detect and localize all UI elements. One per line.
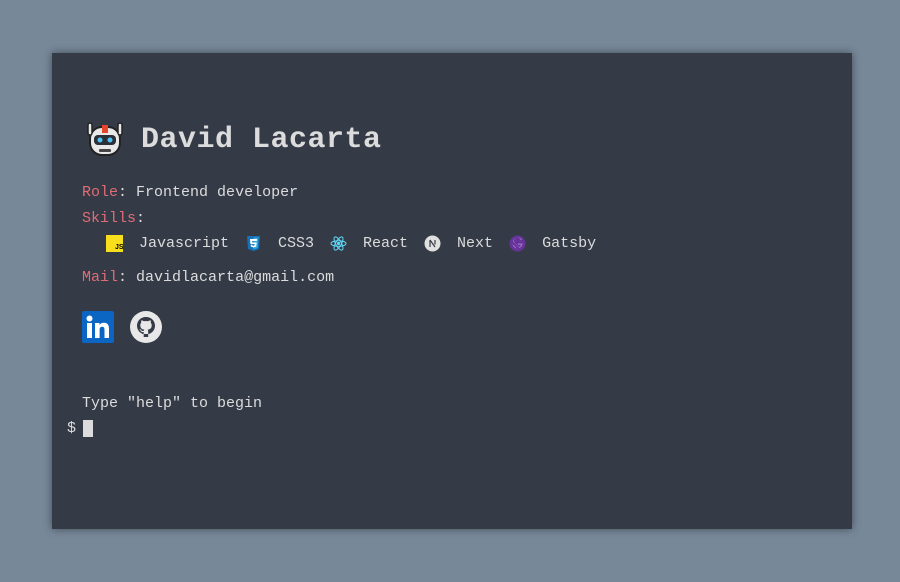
skill-css3: CSS3 [245,235,314,252]
skill-react: React [330,235,408,252]
svg-text:JS: JS [115,244,123,251]
role-value: Frontend developer [136,184,299,201]
skill-label: CSS3 [278,235,315,252]
text-cursor[interactable] [83,420,94,437]
role-line: Role: Frontend developer [82,184,299,201]
robot-icon [87,122,123,156]
skills-line: Skills: [82,210,146,227]
command-prompt[interactable]: $ [67,420,94,437]
skills-list: JS Javascript CSS3 React Next Gatsby [106,235,612,252]
linkedin-icon[interactable] [82,311,114,343]
terminal-window: David Lacarta Role: Frontend developer S… [52,53,852,529]
skill-label: Javascript [139,235,230,252]
profile-name: David Lacarta [141,123,382,157]
nextjs-icon [424,235,441,252]
prompt-symbol: $ [67,420,77,437]
mail-key: Mail [82,269,119,286]
profile-header: David Lacarta [84,119,382,161]
mail-value[interactable]: davidlacarta@gmail.com [136,269,334,286]
skill-label: Gatsby [542,235,597,252]
help-hint: Type "help" to begin [82,395,263,412]
role-key: Role [82,184,119,201]
css3-icon [247,236,261,251]
javascript-icon: JS [106,235,123,252]
skills-key: Skills [82,210,137,227]
github-icon[interactable] [130,311,162,343]
mail-line: Mail: davidlacarta@gmail.com [82,269,335,286]
gatsby-icon [509,235,526,252]
react-icon [330,236,347,251]
skill-label: Next [457,235,494,252]
skill-gatsby: Gatsby [509,235,596,252]
skill-javascript: JS Javascript [106,235,229,252]
social-links [82,311,178,343]
skill-next: Next [424,235,493,252]
skill-label: React [363,235,409,252]
